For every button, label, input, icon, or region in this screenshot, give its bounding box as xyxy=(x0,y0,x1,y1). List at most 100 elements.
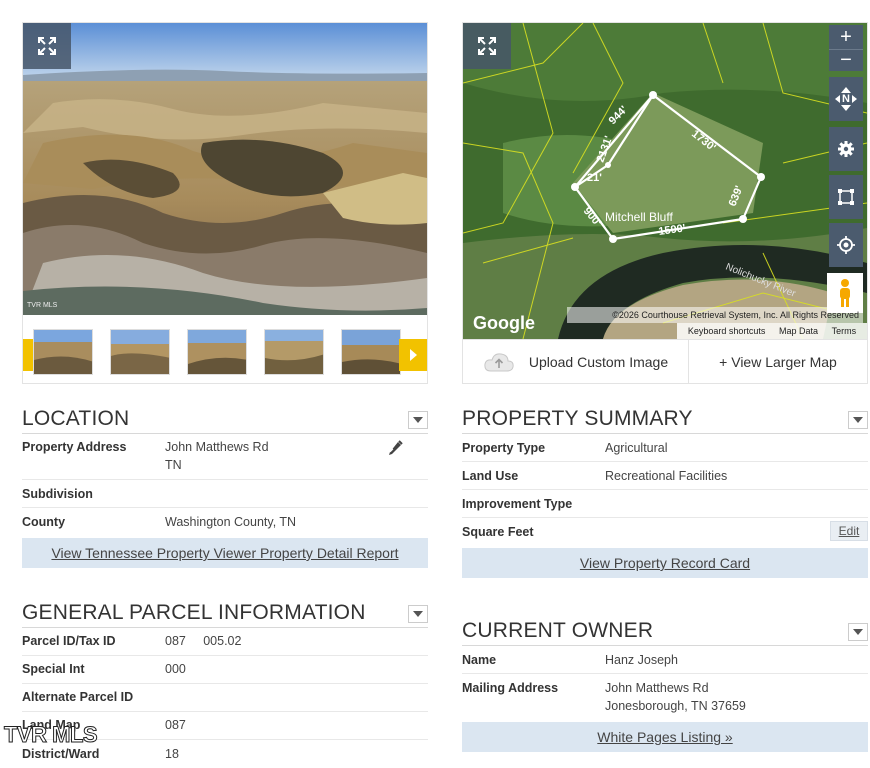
owner-collapse-button[interactable] xyxy=(848,623,868,641)
expand-map-button[interactable] xyxy=(463,23,511,69)
thumbnail-image xyxy=(34,330,92,374)
expand-icon xyxy=(478,37,496,55)
parcel-map[interactable]: 944' 1730' 639' 1590' 900' 21' 2131' Mit… xyxy=(463,23,867,339)
location-row-subdivision: Subdivision xyxy=(22,480,428,508)
terms-link[interactable]: Terms xyxy=(832,326,857,336)
keyboard-shortcuts-link[interactable]: Keyboard shortcuts xyxy=(688,326,766,336)
map-panel: 944' 1730' 639' 1590' 900' 21' 2131' Mit… xyxy=(462,22,868,384)
owner-row-name: Name Hanz Joseph xyxy=(462,646,868,674)
view-larger-map-button[interactable]: + View Larger Map xyxy=(688,340,867,383)
satellite-map-image: 944' 1730' 639' 1590' 900' 21' 2131' Mit… xyxy=(463,23,867,339)
property-summary-header: PROPERTY SUMMARY xyxy=(462,406,868,434)
summary-row-land-use: Land Use Recreational Facilities xyxy=(462,462,868,490)
caret-down-icon xyxy=(853,417,863,423)
thumbnail-2[interactable] xyxy=(110,329,170,375)
cloud-upload-icon xyxy=(484,352,514,371)
upload-custom-image-button[interactable]: Upload Custom Image xyxy=(463,340,688,383)
current-owner-header: CURRENT OWNER xyxy=(462,618,868,646)
thumbnail-4[interactable] xyxy=(264,329,324,375)
row-label: Improvement Type xyxy=(462,497,573,511)
crosshair-icon xyxy=(837,236,855,254)
row-label: Alternate Parcel ID xyxy=(22,690,134,704)
row-value: 18 xyxy=(165,747,179,761)
location-section-header: LOCATION xyxy=(22,406,428,434)
edit-square-feet-button[interactable]: Edit xyxy=(830,521,868,541)
owner-row-mailing-address: Mailing Address John Matthews Rd Jonesbo… xyxy=(462,674,868,720)
white-pages-link[interactable]: White Pages Listing » xyxy=(462,722,868,752)
pegman-icon xyxy=(840,279,850,307)
map-actions: Upload Custom Image + View Larger Map xyxy=(463,339,867,383)
expand-photo-button[interactable] xyxy=(23,23,71,69)
property-detail-report-link[interactable]: View Tennessee Property Viewer Property … xyxy=(22,538,428,568)
zoom-out-button[interactable]: − xyxy=(829,49,863,71)
gear-icon xyxy=(838,141,854,157)
location-title: LOCATION xyxy=(22,407,130,430)
chevron-right-icon xyxy=(410,349,417,361)
chevron-left-icon xyxy=(835,95,841,103)
map-copyright: ©2026 Courthouse Retrieval System, Inc. … xyxy=(567,307,863,323)
row-label: Property Type xyxy=(462,441,546,455)
summary-row-improvement-type: Improvement Type xyxy=(462,490,868,518)
thumbnail-3[interactable] xyxy=(187,329,247,375)
row-value: Agricultural xyxy=(605,441,668,455)
photo-mls-mark: TVR MLS xyxy=(27,302,58,309)
mls-watermark: TVR MLS xyxy=(3,722,98,748)
row-value: Hanz Joseph xyxy=(605,653,678,667)
row-value-line2: TN xyxy=(165,458,182,472)
expand-icon xyxy=(38,37,56,55)
thumbnail-5[interactable] xyxy=(341,329,401,375)
row-label: Land Use xyxy=(462,469,519,483)
parcel-row-alternate-id: Alternate Parcel ID xyxy=(22,684,428,712)
location-row-county: County Washington County, TN xyxy=(22,508,428,536)
row-label: Mailing Address xyxy=(462,681,559,695)
row-value: John Matthews Rd xyxy=(165,440,269,454)
row-value-line2: Jonesborough, TN 37659 xyxy=(605,699,746,713)
summary-row-property-type: Property Type Agricultural xyxy=(462,434,868,462)
map-footer-links: Keyboard shortcuts Map Data Terms xyxy=(677,323,867,339)
row-label: Subdivision xyxy=(22,487,93,501)
caret-down-icon xyxy=(853,629,863,635)
row-value: 087 xyxy=(165,718,186,732)
compass-label: N xyxy=(842,93,850,105)
chevron-right-icon xyxy=(851,95,857,103)
caret-down-icon xyxy=(413,417,423,423)
compass-button[interactable]: N xyxy=(829,77,863,121)
map-data-link[interactable]: Map Data xyxy=(779,326,818,336)
row-label: Special Int xyxy=(22,662,85,676)
current-owner-title: CURRENT OWNER xyxy=(462,619,654,642)
property-record-card-link[interactable]: View Property Record Card xyxy=(462,548,868,578)
thumbnail-image xyxy=(188,330,246,374)
row-value: John Matthews Rd xyxy=(605,681,709,695)
map-settings-button[interactable] xyxy=(829,127,863,171)
parcel-collapse-button[interactable] xyxy=(408,605,428,623)
parcel-row-special-int: Special Int 000 xyxy=(22,656,428,684)
row-value: Recreational Facilities xyxy=(605,469,728,483)
main-property-photo[interactable]: TVR MLS xyxy=(23,23,427,315)
row-label: Name xyxy=(462,653,497,667)
square-select-icon xyxy=(838,189,854,205)
row-value: Washington County, TN xyxy=(165,515,297,529)
row-value: 000 xyxy=(165,662,186,676)
thumbnail-image xyxy=(111,330,169,374)
thumbnail-1[interactable] xyxy=(33,329,93,375)
locate-button[interactable] xyxy=(829,223,863,267)
summary-collapse-button[interactable] xyxy=(848,411,868,429)
summary-row-square-feet: Square Feet Edit xyxy=(462,518,868,546)
thumbnail-image xyxy=(265,330,323,374)
zoom-in-button[interactable]: + xyxy=(829,25,863,49)
edge-label-6: 21' xyxy=(587,172,602,184)
row-label: District/Ward xyxy=(22,747,100,761)
parcel-info-header: GENERAL PARCEL INFORMATION xyxy=(22,600,428,628)
chevron-down-icon xyxy=(841,105,851,111)
google-logo: Google xyxy=(473,313,535,333)
map-pin-edit-icon[interactable] xyxy=(386,438,404,456)
thumbnail-next-button[interactable] xyxy=(399,339,427,371)
parcel-info-title: GENERAL PARCEL INFORMATION xyxy=(22,601,366,624)
draw-shape-button[interactable] xyxy=(829,175,863,219)
photo-gallery: TVR MLS xyxy=(22,22,428,384)
location-row-address: Property Address John Matthews Rd TN xyxy=(22,436,428,480)
parcel-row-parcel-id: Parcel ID/Tax ID 087 005.02 xyxy=(22,628,428,656)
location-collapse-button[interactable] xyxy=(408,411,428,429)
row-label: County xyxy=(22,515,66,529)
property-summary-title: PROPERTY SUMMARY xyxy=(462,407,693,430)
